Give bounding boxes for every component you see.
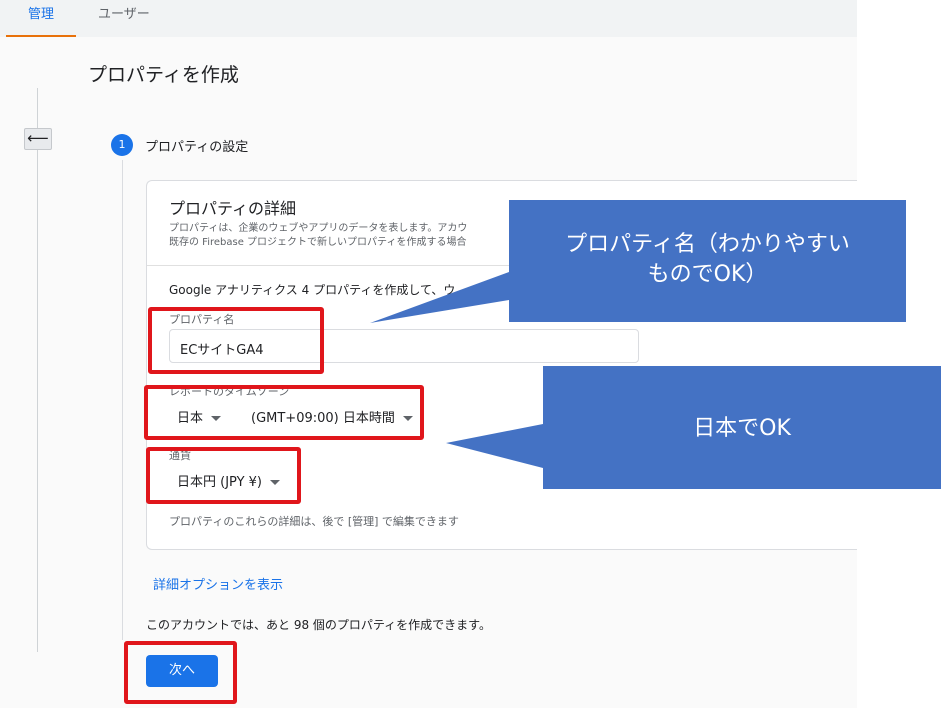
page-title: プロパティを作成 xyxy=(88,64,239,86)
arrow-left-icon: ⟵ xyxy=(27,129,49,147)
callout-property-name-text: プロパティ名（わかりやすい ものでOK） xyxy=(509,230,906,290)
property-quota-text: このアカウントでは、あと 98 個のプロパティを作成できます。 xyxy=(146,618,491,632)
highlight-box-currency xyxy=(146,447,301,504)
card-note: プロパティのこれらの詳細は、後で [管理] で編集できます xyxy=(169,515,459,528)
highlight-box-next xyxy=(124,641,237,704)
highlight-box-property-name xyxy=(148,307,324,374)
callout-name-line1: プロパティ名（わかりやすい xyxy=(565,232,850,257)
left-vertical-divider xyxy=(37,88,38,652)
step-number-badge: 1 xyxy=(111,134,133,156)
tab-admin[interactable]: 管理 xyxy=(6,0,76,37)
card-description-line1: プロパティは、企業のウェブやアプリのデータを表します。アカウ xyxy=(169,223,468,234)
step-title: プロパティの設定 xyxy=(145,140,249,155)
card-description-line2: 既存の Firebase プロジェクトで新しいプロパティを作成する場合 xyxy=(169,237,467,248)
callout-name-line2: ものでOK） xyxy=(647,262,768,287)
callout-timezone-text: 日本でOK xyxy=(693,416,791,441)
tab-user[interactable]: ユーザー xyxy=(98,0,150,37)
top-tab-bar: 管理 ユーザー xyxy=(0,0,857,37)
back-button[interactable]: ⟵ xyxy=(24,128,52,150)
advanced-options-link[interactable]: 詳細オプションを表示 xyxy=(153,574,283,593)
create-ga4-text: Google アナリティクス 4 プロパティを作成して、ウ xyxy=(169,283,456,297)
card-title: プロパティの詳細 xyxy=(169,199,297,218)
highlight-box-timezone xyxy=(144,385,424,440)
step-connector-line xyxy=(122,160,123,640)
